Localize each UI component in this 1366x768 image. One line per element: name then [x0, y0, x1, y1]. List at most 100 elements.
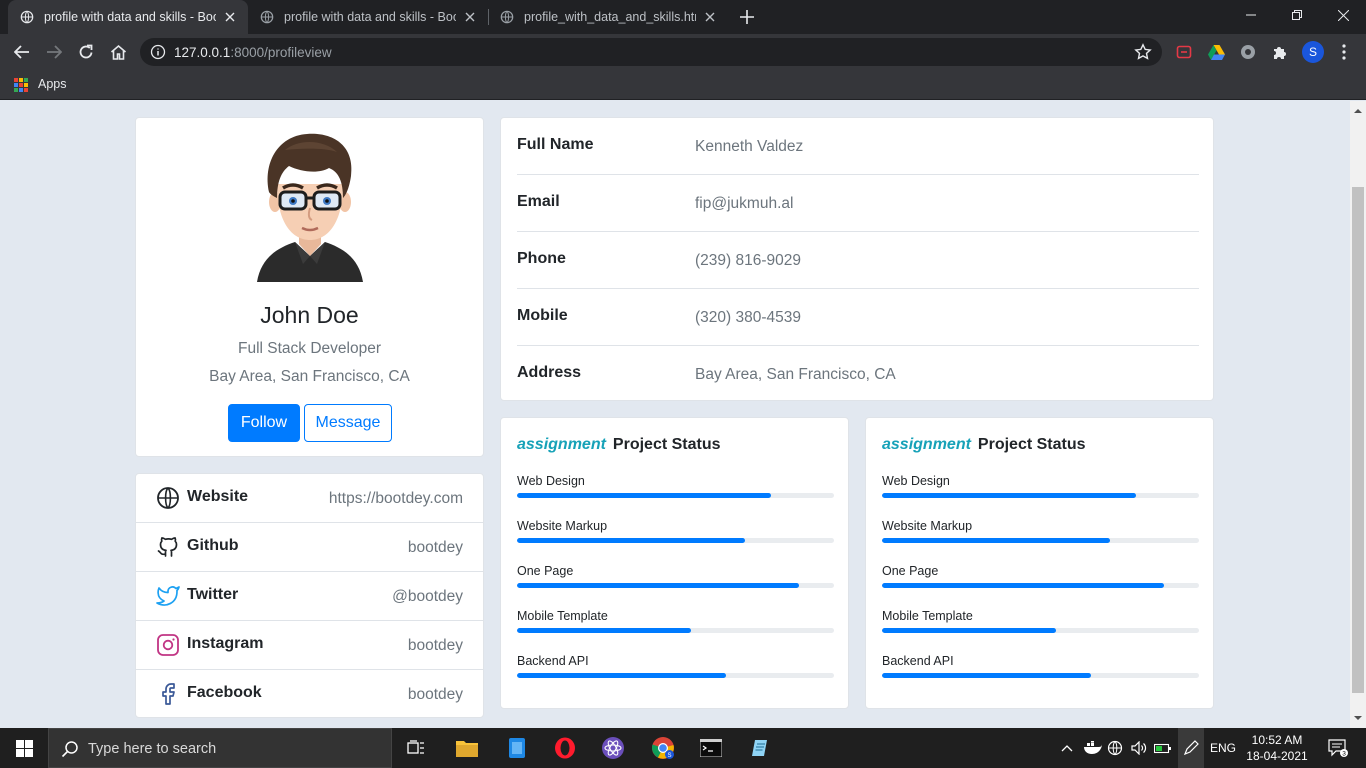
close-tab-icon[interactable] — [702, 9, 718, 25]
progress-fill — [517, 538, 746, 543]
github-icon — [157, 537, 178, 557]
progress-track — [882, 583, 1199, 588]
profile-avatar-image — [257, 133, 363, 282]
notification-center-icon[interactable]: 3 — [1320, 728, 1356, 768]
message-button[interactable]: Message — [304, 404, 392, 442]
progress-fill — [517, 673, 727, 678]
skill-one-page: One Page — [517, 564, 834, 604]
social-row-github[interactable]: Github bootdey — [136, 523, 483, 572]
skill-website-markup: Website Markup — [882, 519, 1199, 559]
skill-website-markup: Website Markup — [517, 519, 834, 559]
progress-fill — [517, 493, 771, 498]
battery-icon[interactable] — [1152, 728, 1174, 768]
detail-value: Kenneth Valdez — [695, 138, 804, 155]
windows-logo-icon — [15, 739, 33, 757]
system-clock[interactable]: 10:52 AM 18-04-2021 — [1242, 732, 1312, 764]
progress-fill — [882, 673, 1092, 678]
follow-button[interactable]: Follow — [228, 404, 300, 442]
close-tab-icon[interactable] — [462, 9, 478, 25]
network-globe-icon[interactable] — [1104, 728, 1126, 768]
terminal-icon[interactable] — [694, 728, 728, 768]
minimize-button[interactable] — [1228, 0, 1274, 30]
apps-bookmark[interactable]: Apps — [38, 77, 67, 91]
social-value[interactable]: bootdey — [408, 539, 463, 557]
pen-workspace-icon[interactable] — [1178, 728, 1204, 768]
status-card-title: Project Status — [977, 436, 1086, 453]
restore-button[interactable] — [1274, 0, 1320, 30]
scrollbar-thumb[interactable] — [1352, 187, 1364, 693]
project-status-card-1: assignment Project Status Web Design Webs… — [500, 417, 849, 709]
social-value[interactable]: bootdey — [408, 637, 463, 655]
docker-icon[interactable] — [1080, 728, 1106, 768]
address-bar[interactable]: 127.0.0.1:8000/profileview — [140, 38, 1162, 66]
progress-fill — [882, 583, 1165, 588]
profile-location: Bay Area, San Francisco, CA — [209, 368, 410, 385]
skill-label: One Page — [882, 564, 939, 578]
profile-avatar[interactable]: S — [1302, 41, 1324, 63]
volume-icon[interactable] — [1128, 728, 1150, 768]
skill-label: One Page — [517, 564, 574, 578]
progress-track — [882, 673, 1199, 678]
apps-grid-icon[interactable] — [14, 78, 28, 92]
detail-label: Phone — [517, 250, 566, 267]
drive-icon[interactable] — [1206, 42, 1226, 62]
file-explorer-icon[interactable] — [450, 728, 484, 768]
cast-extension-icon[interactable] — [1174, 42, 1194, 62]
social-row-instagram[interactable]: Instagram bootdey — [136, 621, 483, 670]
back-icon[interactable] — [12, 42, 32, 62]
search-placeholder: Type here to search — [88, 741, 217, 757]
reload-icon[interactable] — [76, 42, 96, 62]
assignment-icon: assignment — [517, 436, 606, 453]
skill-mobile-template: Mobile Template — [882, 609, 1199, 649]
skill-label: Website Markup — [517, 519, 608, 533]
progress-track — [882, 628, 1199, 633]
social-row-website[interactable]: Website https://bootdey.com — [136, 474, 483, 523]
detail-row-address: Address Bay Area, San Francisco, CA — [517, 346, 1199, 403]
social-row-twitter[interactable]: Twitter @bootdey — [136, 572, 483, 621]
social-value[interactable]: https://bootdey.com — [329, 490, 463, 508]
new-tab-button[interactable] — [737, 7, 757, 27]
skill-label: Mobile Template — [517, 609, 608, 623]
skill-label: Web Design — [882, 474, 950, 488]
tab-2[interactable]: profile with data and skills - Boot — [248, 0, 488, 34]
social-row-facebook[interactable]: Facebook bootdey — [136, 670, 483, 719]
svg-text:S: S — [667, 753, 671, 759]
social-value[interactable]: @bootdey — [392, 588, 463, 606]
close-window-button[interactable] — [1320, 0, 1366, 30]
social-value[interactable]: bootdey — [408, 686, 463, 704]
language-indicator[interactable]: ENG — [1208, 728, 1238, 768]
more-menu-icon[interactable] — [1334, 42, 1354, 62]
opera-browser-icon[interactable] — [548, 728, 582, 768]
profile-role: Full Stack Developer — [237, 340, 381, 357]
home-icon[interactable] — [108, 42, 128, 62]
taskbar-search[interactable]: Type here to search — [48, 728, 392, 768]
task-view-icon[interactable] — [400, 728, 432, 768]
search-icon — [61, 741, 78, 758]
site-info-icon[interactable] — [150, 44, 166, 60]
progress-track — [517, 583, 834, 588]
chrome-icon[interactable]: S — [646, 728, 680, 768]
detail-value: (239) 816-9029 — [695, 252, 801, 269]
bookmark-star-icon[interactable] — [1134, 43, 1152, 61]
document-app-icon[interactable] — [500, 728, 534, 768]
progress-fill — [517, 583, 800, 588]
scroll-up-icon[interactable] — [1354, 107, 1362, 115]
tab-active[interactable]: profile with data and skills - Boot — [8, 0, 248, 34]
status-card-header: assignment Project Status — [882, 436, 1086, 454]
detail-value: fip@jukmuh.al — [695, 195, 794, 212]
show-hidden-icons[interactable] — [1058, 728, 1076, 768]
puzzle-icon[interactable] — [1270, 42, 1290, 62]
close-tab-icon[interactable] — [222, 9, 238, 25]
atom-editor-icon[interactable] — [596, 728, 630, 768]
url-path: :8000/profileview — [230, 45, 332, 60]
tab-3[interactable]: profile_with_data_and_skills.html — [488, 0, 728, 34]
progress-fill — [882, 493, 1136, 498]
notepad-icon[interactable] — [744, 728, 778, 768]
extension-icon[interactable] — [1238, 42, 1258, 62]
tab-title: profile with data and skills - Boot — [284, 10, 456, 24]
forward-icon[interactable] — [44, 42, 64, 62]
scroll-down-icon[interactable] — [1354, 714, 1362, 722]
start-button[interactable] — [0, 728, 48, 768]
page-scrollbar[interactable] — [1350, 101, 1366, 728]
detail-label: Full Name — [517, 136, 594, 153]
